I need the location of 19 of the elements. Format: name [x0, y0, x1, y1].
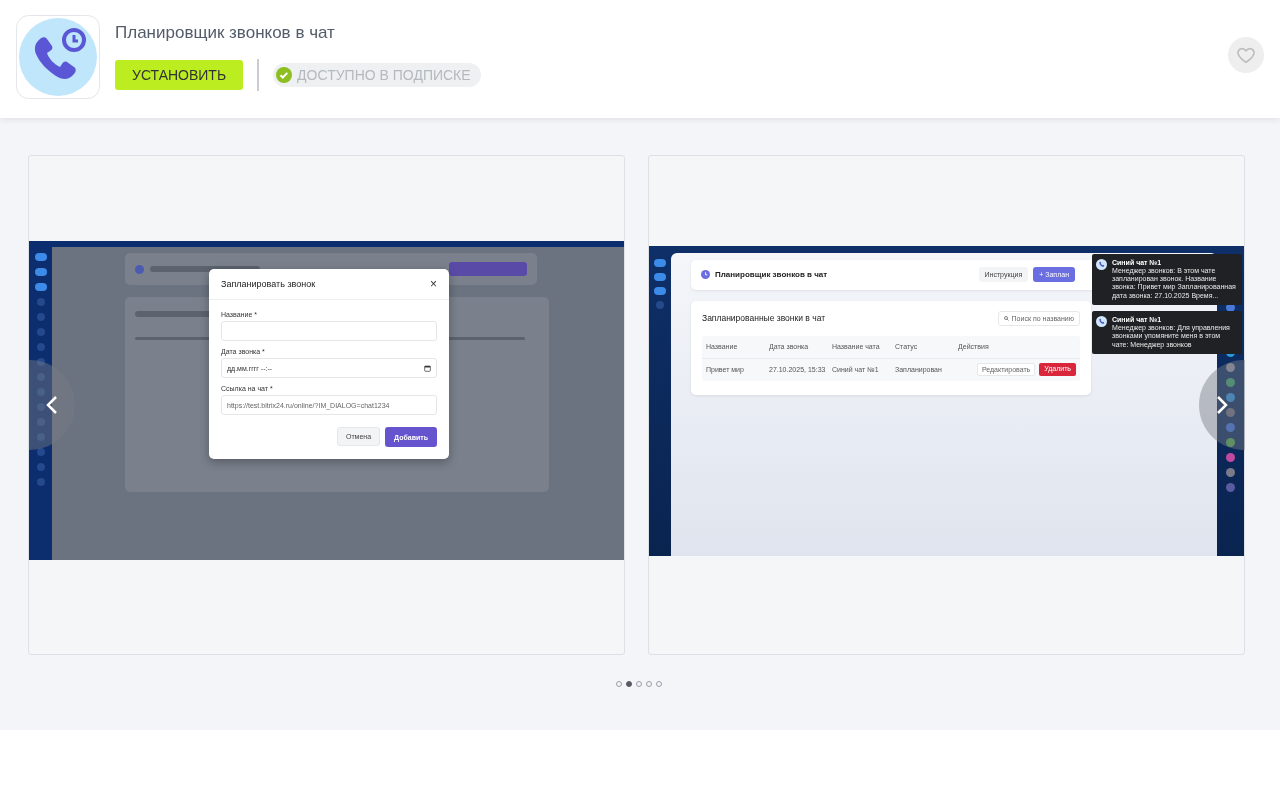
calendar-icon — [424, 364, 431, 372]
chevron-left-icon — [46, 395, 58, 415]
subscription-label: ДОСТУПНО В ПОДПИСКЕ — [297, 67, 471, 83]
app-title: Планировщик звонков в чат — [115, 23, 336, 43]
slide-dot[interactable] — [626, 681, 632, 687]
section-title: Запланированные звонки в чат — [702, 313, 826, 323]
favorite-button[interactable] — [1228, 37, 1264, 73]
phone-icon — [1096, 258, 1107, 270]
input-field[interactable] — [221, 321, 437, 341]
phone-clock-icon — [16, 15, 100, 99]
check-icon — [276, 67, 293, 83]
install-button[interactable]: УСТАНОВИТЬ — [115, 60, 244, 90]
dialog-title: Запланировать звонок — [221, 279, 316, 289]
search-icon — [1003, 315, 1009, 321]
phone-icon — [1096, 316, 1107, 328]
close-icon[interactable]: × — [430, 277, 437, 291]
clock-icon — [701, 270, 710, 279]
chevron-right-icon — [1216, 395, 1228, 415]
app-title: Планировщик звонков в чат — [715, 270, 828, 279]
